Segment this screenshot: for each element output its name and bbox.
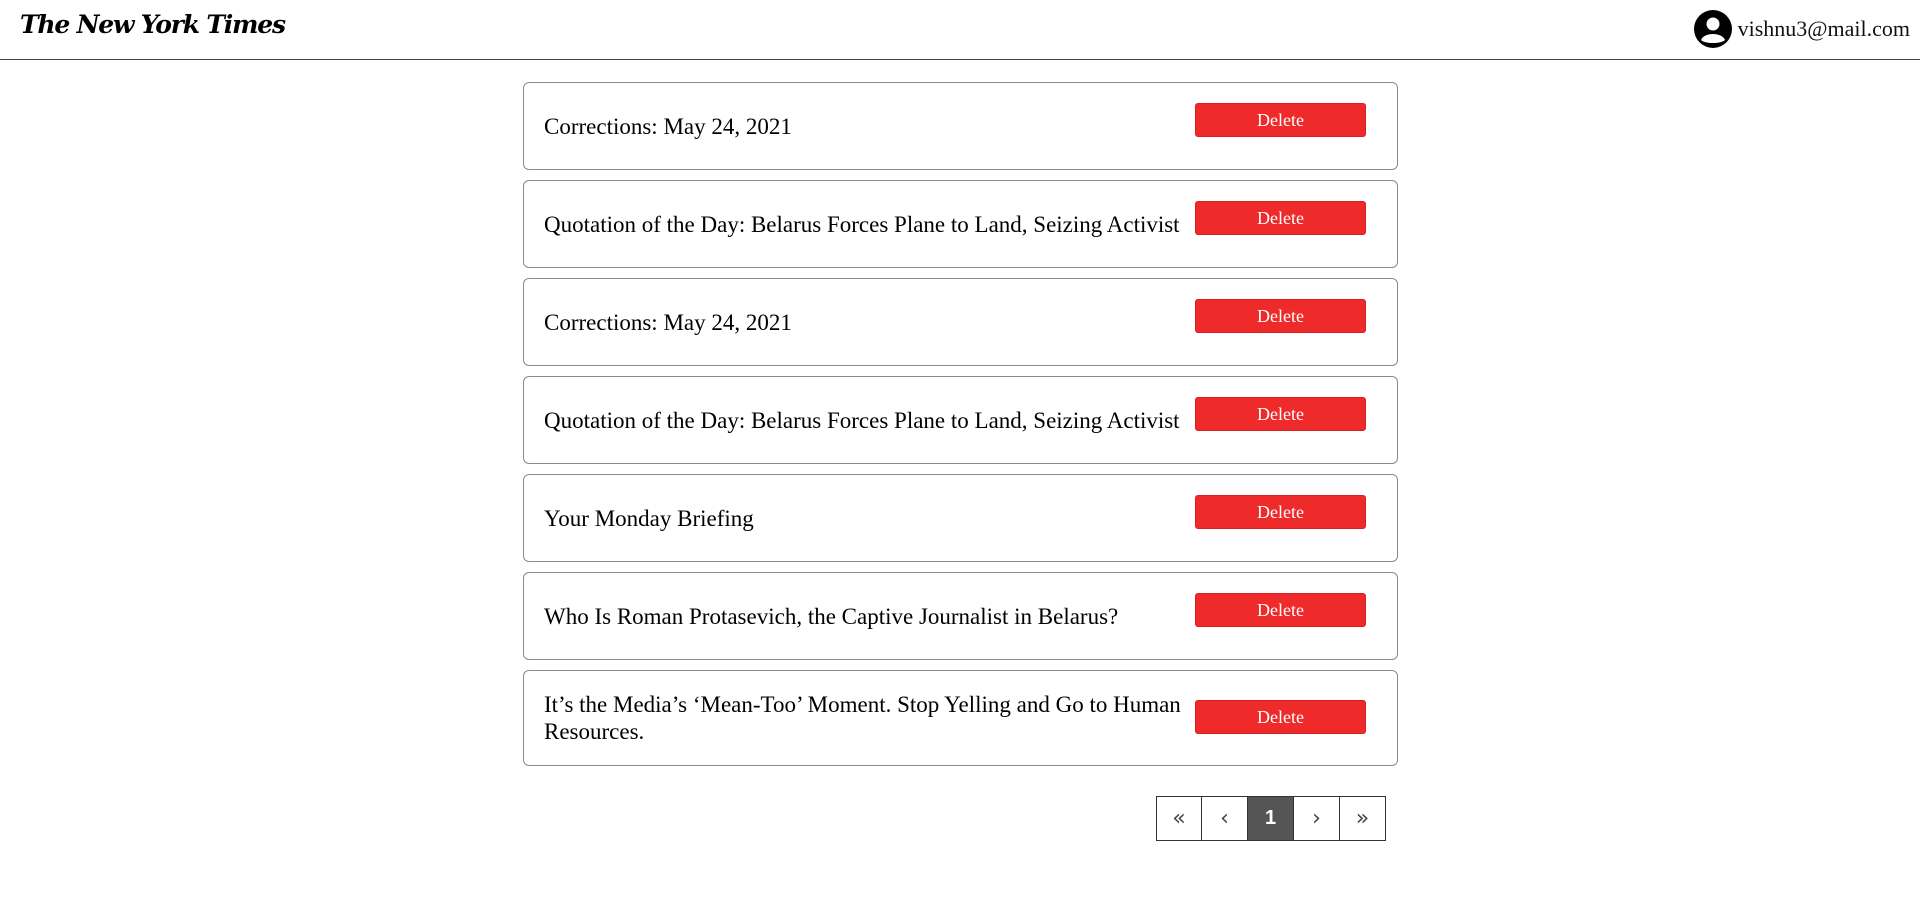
article-card: Quotation of the Day: Belarus Forces Pla… — [523, 376, 1398, 464]
delete-button[interactable]: Delete — [1195, 495, 1366, 529]
user-email[interactable]: vishnu3@mail.com — [1738, 16, 1910, 42]
delete-button[interactable]: Delete — [1195, 397, 1366, 431]
article-title: Your Monday Briefing — [544, 505, 754, 531]
article-title: Corrections: May 24, 2021 — [544, 113, 792, 139]
user-circle-icon[interactable] — [1693, 10, 1732, 48]
next-page-button[interactable]: › — [1294, 796, 1340, 841]
last-page-button[interactable]: » — [1340, 796, 1386, 841]
article-card: Quotation of the Day: Belarus Forces Pla… — [523, 180, 1398, 268]
article-title: Corrections: May 24, 2021 — [544, 309, 792, 335]
article-title: Quotation of the Day: Belarus Forces Pla… — [544, 407, 1180, 433]
delete-button[interactable]: Delete — [1195, 700, 1366, 734]
article-title: It’s the Media’s ‘Mean-Too’ Moment. Stop… — [544, 692, 1181, 744]
delete-button[interactable]: Delete — [1195, 299, 1366, 333]
first-page-button[interactable]: « — [1156, 796, 1202, 841]
delete-button[interactable]: Delete — [1195, 593, 1366, 627]
prev-page-button[interactable]: ‹ — [1202, 796, 1248, 841]
article-list: Corrections: May 24, 2021 Delete Quotati… — [523, 82, 1398, 776]
delete-button[interactable]: Delete — [1195, 201, 1366, 235]
top-header: The New York Times vishnu3@mail.com — [0, 0, 1920, 60]
article-title: Who Is Roman Protasevich, the Captive Jo… — [544, 603, 1119, 629]
pagination: « ‹ 1 › » — [1156, 796, 1386, 841]
delete-button[interactable]: Delete — [1195, 103, 1366, 137]
article-card: Who Is Roman Protasevich, the Captive Jo… — [523, 572, 1398, 660]
current-page-button[interactable]: 1 — [1248, 796, 1294, 841]
article-card: It’s the Media’s ‘Mean-Too’ Moment. Stop… — [523, 670, 1398, 766]
nyt-logo[interactable]: The New York Times — [20, 10, 286, 39]
article-title: Quotation of the Day: Belarus Forces Pla… — [544, 211, 1180, 237]
article-card: Corrections: May 24, 2021 Delete — [523, 278, 1398, 366]
article-card: Corrections: May 24, 2021 Delete — [523, 82, 1398, 170]
user-menu[interactable]: vishnu3@mail.com — [1693, 10, 1910, 48]
article-card: Your Monday Briefing Delete — [523, 474, 1398, 562]
